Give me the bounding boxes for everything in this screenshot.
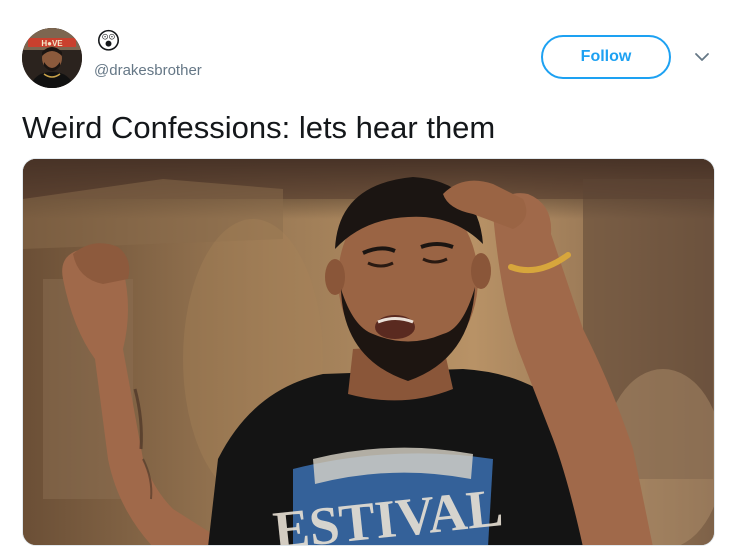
tweet-text: Weird Confessions: lets hear them <box>22 110 496 145</box>
follow-button[interactable]: Follow <box>541 35 671 79</box>
display-name-emoji: 😲 <box>96 28 122 55</box>
photo-man-dancing-icon: ESTIVAL <box>23 159 714 545</box>
tweet-card: H●VE 😲 @drakesbrother Follow Weird Confe… <box>0 0 740 556</box>
chevron-down-icon[interactable] <box>694 50 710 64</box>
user-handle[interactable]: @drakesbrother <box>94 62 202 79</box>
display-name[interactable]: 😲 <box>96 28 121 56</box>
avatar[interactable]: H●VE <box>22 28 82 88</box>
avatar-photo-icon: H●VE <box>22 28 82 88</box>
tweet-media-image[interactable]: ESTIVAL <box>22 158 715 546</box>
